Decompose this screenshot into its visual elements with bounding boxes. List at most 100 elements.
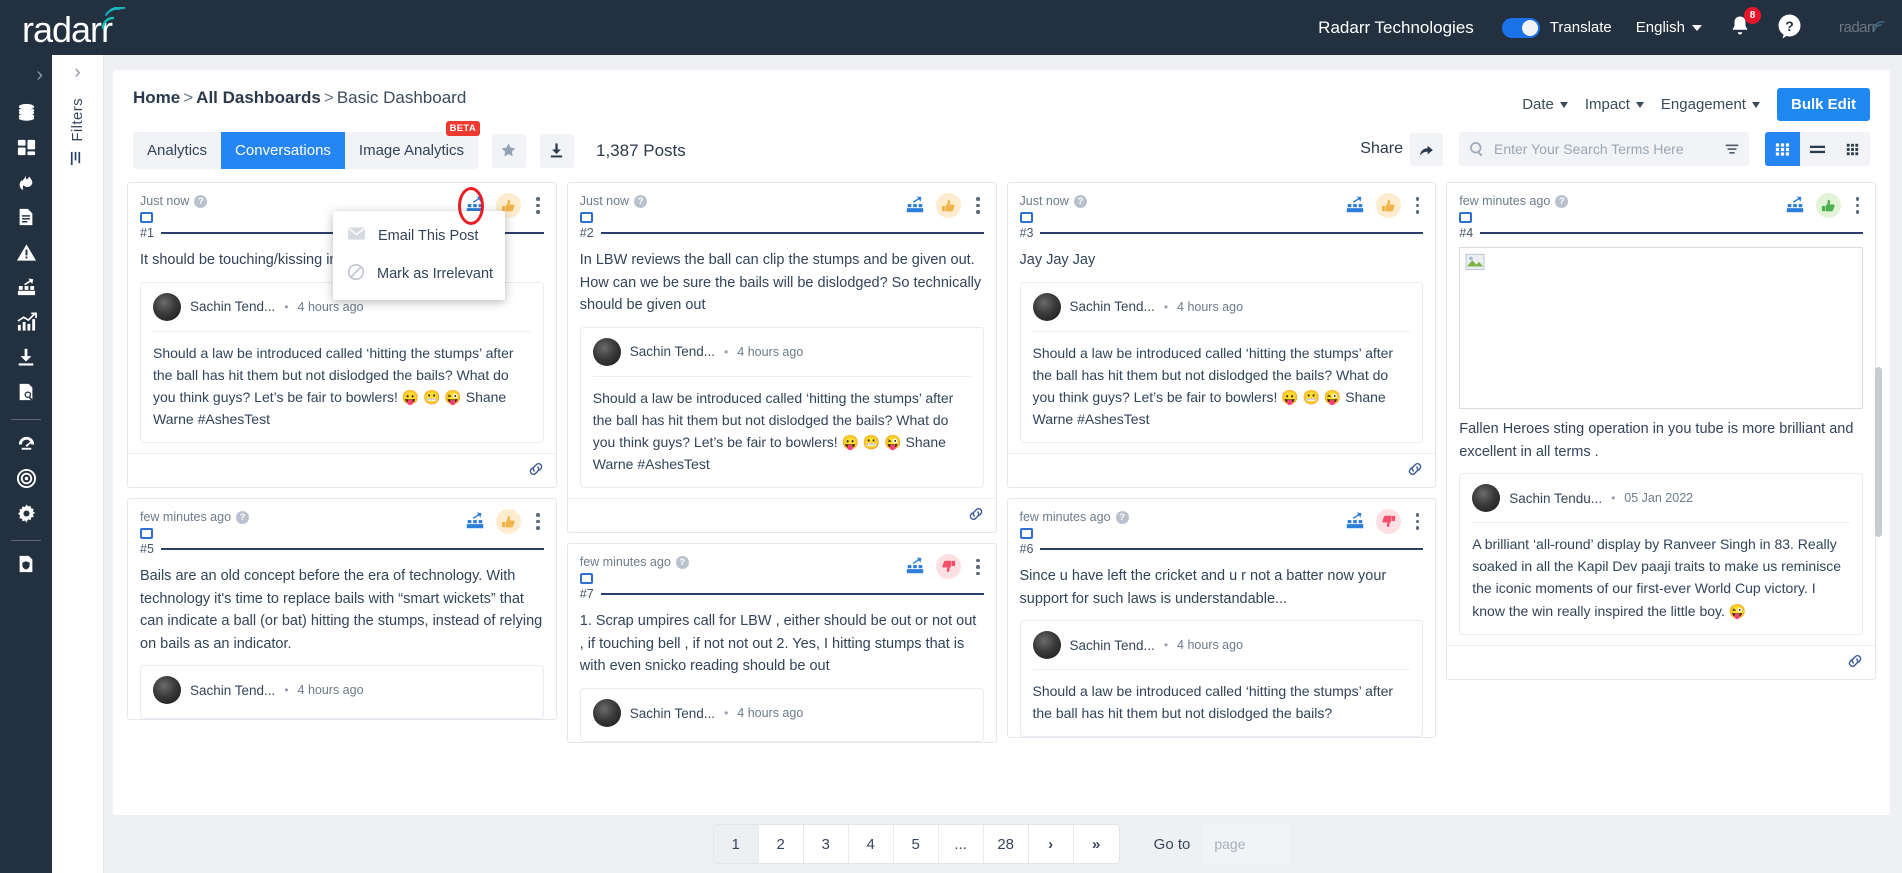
help-tooltip-icon[interactable]: ? [675, 556, 689, 570]
sidebar-item-performance[interactable] [11, 428, 41, 458]
view-list-button[interactable] [1800, 132, 1835, 166]
sidebar-item-trending[interactable] [11, 167, 41, 197]
export-download-button[interactable] [539, 133, 574, 168]
app-logo[interactable]: radarr [0, 6, 190, 48]
sidebar-item-settings[interactable] [11, 498, 41, 528]
post-image-placeholder [1459, 247, 1863, 409]
sidebar-item-database[interactable] [11, 97, 41, 127]
page-button-5[interactable]: 5 [893, 825, 939, 863]
card-header-actions [905, 193, 984, 218]
sentiment-negative-icon[interactable] [1375, 509, 1401, 535]
tab-analytics[interactable]: Analytics [133, 132, 221, 169]
sidebar-item-dashboards[interactable] [11, 132, 41, 162]
card-more-menu-button[interactable] [1412, 511, 1424, 532]
svg-text:?: ? [1785, 18, 1794, 34]
sentiment-positive-icon[interactable] [1815, 193, 1841, 218]
conversation-card[interactable]: few minutes ago? [566, 543, 997, 744]
bulk-edit-button[interactable]: Bulk Edit [1776, 88, 1870, 121]
influencer-icon[interactable] [465, 511, 485, 533]
influencer-icon[interactable] [1345, 195, 1365, 217]
influencer-icon[interactable] [1785, 195, 1805, 217]
language-selector-label[interactable]: English [1636, 19, 1685, 36]
permalink-icon[interactable] [1407, 461, 1423, 480]
search-filter-icon[interactable] [1724, 141, 1740, 160]
tab-image-analytics[interactable]: Image Analytics BETA [345, 121, 480, 169]
conversation-card[interactable]: few minutes ago? [127, 498, 557, 721]
page-button-2[interactable]: 2 [758, 825, 804, 863]
sidebar-item-reports[interactable] [11, 202, 41, 232]
quoted-post-header: Sachin Tend... • 4 hours ago [153, 676, 531, 706]
conversation-card[interactable]: few minutes ago? [1446, 182, 1876, 680]
tab-conversations[interactable]: Conversations [221, 132, 345, 169]
card-more-menu-button[interactable] [532, 195, 544, 216]
translate-toggle[interactable] [1501, 17, 1540, 38]
sentiment-neutral-icon[interactable] [936, 193, 961, 218]
view-compact-button[interactable] [1835, 132, 1870, 166]
search-box[interactable] [1459, 132, 1749, 166]
impact-filter-dropdown[interactable]: Impact [1585, 96, 1644, 113]
sidebar-expand-button[interactable]: › [36, 65, 43, 85]
filters-expand-chevron[interactable]: › [74, 63, 80, 82]
help-tooltip-icon[interactable]: ? [1073, 195, 1087, 208]
card-rank-row: #3 [1020, 226, 1424, 240]
menu-item-email-this-post[interactable]: Email This Post [333, 217, 505, 254]
sentiment-neutral-icon[interactable] [1375, 193, 1401, 218]
card-more-menu-button[interactable] [1852, 195, 1864, 216]
breadcrumb-home[interactable]: Home [133, 88, 180, 107]
share-button[interactable] [1410, 132, 1443, 166]
chevron-down-icon[interactable] [1691, 24, 1702, 31]
page-button-3[interactable]: 3 [803, 825, 849, 863]
conversation-card[interactable]: Just now? [127, 182, 557, 489]
page-button-28[interactable]: 28 [983, 825, 1029, 863]
sidebar-item-downloads[interactable] [11, 342, 41, 372]
help-tooltip-icon[interactable]: ? [634, 195, 648, 208]
next-page-button[interactable]: › [1028, 825, 1074, 863]
sentiment-neutral-icon[interactable] [496, 509, 522, 535]
permalink-icon[interactable] [968, 506, 984, 525]
help-tooltip-icon[interactable]: ? [236, 511, 250, 525]
help-tooltip-icon[interactable]: ? [1115, 511, 1129, 525]
page-button-1[interactable]: 1 [713, 825, 759, 863]
impact-filter-label: Impact [1584, 96, 1630, 113]
page-button-4[interactable]: 4 [848, 825, 894, 863]
source-platform-icon [579, 573, 593, 585]
sidebar-item-analytics[interactable] [11, 307, 41, 337]
menu-item-mark-as-irrelevant[interactable]: Mark as Irrelevant [333, 254, 505, 294]
influencer-icon[interactable] [905, 195, 925, 217]
engagement-filter-dropdown[interactable]: Engagement [1661, 96, 1760, 113]
notifications-button[interactable]: 8 [1728, 7, 1761, 41]
card-more-menu-button[interactable] [972, 195, 984, 216]
content-scrollbar[interactable] [1875, 367, 1882, 537]
card-timestamp: few minutes ago [1019, 510, 1111, 525]
quoted-author-name: Sachin Tend... [190, 299, 276, 315]
sidebar-item-targets[interactable] [11, 463, 41, 493]
help-tooltip-icon[interactable]: ? [1555, 195, 1569, 208]
help-tooltip-icon[interactable]: ? [194, 195, 208, 208]
card-more-menu-button[interactable] [1412, 195, 1424, 216]
favorite-button[interactable] [491, 133, 526, 168]
conversation-card[interactable]: Just now? [1006, 182, 1437, 489]
sentiment-negative-icon[interactable] [936, 554, 961, 580]
card-more-menu-button[interactable] [532, 511, 544, 532]
gear-icon [17, 503, 35, 523]
view-grid-button[interactable] [1765, 132, 1800, 166]
goto-page-input[interactable] [1202, 825, 1291, 863]
sidebar-item-archive-search[interactable] [11, 377, 41, 407]
breadcrumb-all-dashboards[interactable]: All Dashboards [196, 88, 321, 107]
permalink-icon[interactable] [1847, 653, 1863, 672]
card-more-menu-button[interactable] [972, 557, 984, 578]
last-page-button[interactable]: » [1073, 825, 1119, 863]
help-button[interactable]: ? [1776, 13, 1803, 43]
influencer-icon[interactable] [1345, 511, 1365, 533]
sidebar-item-compliance[interactable] [11, 549, 41, 579]
card-context-menu[interactable]: Email This Post Mark as Irrelevant [333, 211, 505, 300]
search-input[interactable] [1494, 141, 1699, 157]
permalink-icon[interactable] [528, 461, 544, 480]
filters-sliders-icon[interactable] [69, 150, 86, 170]
influencer-icon[interactable] [905, 556, 925, 578]
conversation-card[interactable]: Just now? [566, 182, 997, 534]
sidebar-item-influencers[interactable] [11, 272, 41, 302]
conversation-card[interactable]: few minutes ago? [1006, 498, 1437, 739]
sidebar-item-alerts[interactable] [11, 237, 41, 267]
date-filter-dropdown[interactable]: Date [1522, 96, 1568, 113]
